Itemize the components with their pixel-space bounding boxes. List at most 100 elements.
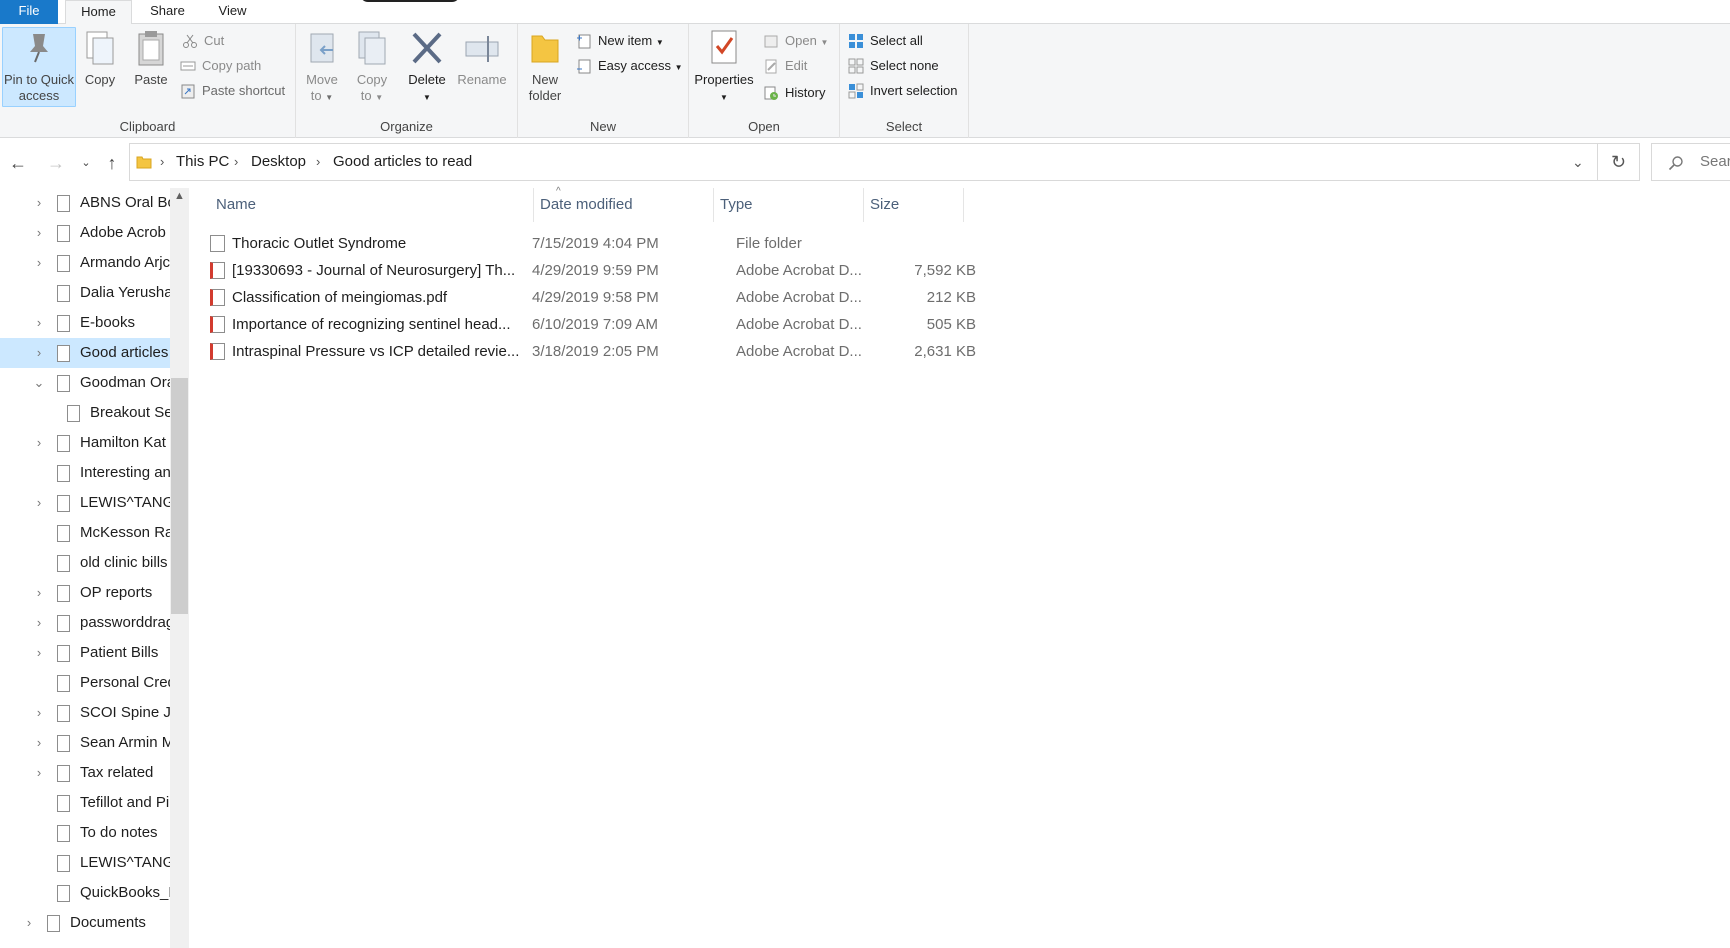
expand-chevron-right-icon[interactable]: › xyxy=(32,608,46,638)
expand-chevron-right-icon[interactable]: › xyxy=(22,908,36,938)
invert-selection-button[interactable]: Invert selection xyxy=(848,80,957,102)
up-arrow-icon[interactable]: ↑ xyxy=(100,151,124,175)
breadcrumb-current-folder[interactable]: Good articles to read xyxy=(333,144,472,180)
expand-chevron-right-icon[interactable]: › xyxy=(32,338,46,368)
tab-share[interactable]: Share xyxy=(140,0,195,24)
paste-shortcut-button[interactable]: Paste shortcut xyxy=(180,80,285,102)
copy-to-button[interactable]: Copy to ▼ xyxy=(354,28,390,106)
nav-item[interactable]: Breakout Se xyxy=(0,398,170,428)
scrollbar-thumb[interactable] xyxy=(171,378,188,614)
select-all-label: Select all xyxy=(870,33,923,48)
copy-path-button[interactable]: Copy path xyxy=(180,55,261,77)
column-header-size[interactable]: Size xyxy=(864,188,964,222)
search-input[interactable]: Sear xyxy=(1651,143,1730,181)
refresh-icon[interactable]: ↻ xyxy=(1598,143,1640,181)
expand-chevron-right-icon[interactable]: › xyxy=(32,578,46,608)
nav-item-label: Sean Armin M xyxy=(80,734,170,751)
back-arrow-icon[interactable]: ← xyxy=(6,151,30,175)
history-button[interactable]: History xyxy=(763,82,825,104)
tab-view[interactable]: View xyxy=(205,0,260,24)
new-folder-button[interactable]: New folder xyxy=(524,28,566,104)
edit-label: Edit xyxy=(785,58,808,73)
folder-icon xyxy=(57,855,70,872)
file-row[interactable]: Importance of recognizing sentinel head.… xyxy=(210,311,976,338)
nav-item[interactable]: › passworddrag xyxy=(0,608,170,638)
folder-icon xyxy=(57,675,70,692)
breadcrumb-desktop[interactable]: Desktop xyxy=(251,144,306,180)
nav-item[interactable]: Tefillot and Pi xyxy=(0,788,170,818)
nav-item[interactable]: QuickBooks_D xyxy=(0,878,170,908)
file-row[interactable]: [19330693 - Journal of Neurosurgery] Th.… xyxy=(210,257,976,284)
properties-button[interactable]: Properties ▼ xyxy=(693,28,755,106)
nav-item[interactable]: › Tax related xyxy=(0,758,170,788)
tab-file[interactable]: File xyxy=(0,0,58,24)
nav-item[interactable]: Interesting an xyxy=(0,458,170,488)
expand-chevron-right-icon[interactable]: › xyxy=(32,488,46,518)
expand-chevron-right-icon[interactable]: › xyxy=(32,308,46,338)
expand-chevron-right-icon[interactable]: › xyxy=(32,218,46,248)
column-header-date-modified[interactable]: Date modified xyxy=(534,188,714,222)
column-header-name[interactable]: Name xyxy=(190,188,534,222)
select-none-button[interactable]: Select none xyxy=(848,55,939,77)
file-size: 505 KB xyxy=(926,316,976,333)
navigation-scrollbar[interactable]: ▲ xyxy=(170,188,189,948)
chevron-down-icon: ▼ xyxy=(423,93,431,102)
pin-to-quick-access-button[interactable]: Pin to Quick access xyxy=(2,27,76,107)
new-item-button[interactable]: New item ▼ xyxy=(576,30,664,52)
scroll-up-arrow-icon[interactable]: ▲ xyxy=(170,188,189,205)
expand-chevron-right-icon[interactable]: › xyxy=(32,728,46,758)
expand-chevron-right-icon[interactable]: › xyxy=(32,638,46,668)
address-history-chevron-icon[interactable]: ⌄ xyxy=(1572,144,1584,180)
nav-item[interactable]: › Good articles xyxy=(0,338,170,368)
paste-button[interactable]: Paste xyxy=(130,28,172,88)
file-row[interactable]: Classification of meingiomas.pdf 4/29/201… xyxy=(210,284,976,311)
nav-item[interactable]: old clinic bills xyxy=(0,548,170,578)
file-row[interactable]: Intraspinal Pressure vs ICP detailed rev… xyxy=(210,338,976,365)
tab-home[interactable]: Home xyxy=(65,0,132,25)
file-row[interactable]: Thoracic Outlet Syndrome 7/15/2019 4:04 P… xyxy=(210,230,970,257)
nav-item[interactable]: Personal Cred xyxy=(0,668,170,698)
nav-item[interactable]: › SCOI Spine Jc xyxy=(0,698,170,728)
file-type: Adobe Acrobat D... xyxy=(736,262,862,279)
recent-locations-chevron-icon[interactable]: ⌄ xyxy=(74,151,98,175)
move-to-button[interactable]: Move to ▼ xyxy=(304,28,340,106)
nav-item[interactable]: › Armando Arjc xyxy=(0,248,170,278)
file-type: Adobe Acrobat D... xyxy=(736,316,862,333)
address-box[interactable]: › This PC › Desktop › Good articles to r… xyxy=(129,143,1598,181)
nav-item[interactable]: LEWIS^TANG xyxy=(0,848,170,878)
nav-item[interactable]: › Documents xyxy=(0,908,170,938)
nav-item[interactable]: › OP reports xyxy=(0,578,170,608)
rename-button[interactable]: Rename xyxy=(456,28,508,88)
scissors-icon xyxy=(183,34,197,48)
cut-button[interactable]: Cut xyxy=(182,30,224,52)
easy-access-button[interactable]: Easy access ▼ xyxy=(576,55,683,77)
column-header-type[interactable]: Type xyxy=(714,188,864,222)
nav-item[interactable]: Dalia Yerusha xyxy=(0,278,170,308)
nav-item[interactable]: › Adobe Acrob xyxy=(0,218,170,248)
nav-item[interactable]: To do notes xyxy=(0,818,170,848)
expand-chevron-right-icon[interactable]: › xyxy=(32,428,46,458)
nav-item[interactable]: › Hamilton Kat xyxy=(0,428,170,458)
breadcrumb-this-pc[interactable]: This PC xyxy=(176,144,229,180)
nav-item[interactable]: › Patient Bills xyxy=(0,638,170,668)
edit-button[interactable]: Edit xyxy=(763,55,807,77)
nav-item[interactable]: › Sean Armin M xyxy=(0,728,170,758)
expand-chevron-right-icon[interactable]: › xyxy=(32,758,46,788)
copy-button[interactable]: Copy xyxy=(80,28,120,88)
expand-chevron-right-icon[interactable]: › xyxy=(32,188,46,218)
select-all-button[interactable]: Select all xyxy=(848,30,923,52)
nav-item[interactable]: › LEWIS^TANG xyxy=(0,488,170,518)
nav-item[interactable]: › E-books xyxy=(0,308,170,338)
forward-arrow-icon[interactable]: → xyxy=(44,151,68,175)
open-button[interactable]: Open ▼ xyxy=(763,30,828,52)
expand-chevron-right-icon[interactable]: › xyxy=(32,248,46,278)
expand-chevron-right-icon[interactable]: › xyxy=(32,698,46,728)
expand-chevron-down-icon[interactable]: ⌄ xyxy=(32,368,46,398)
nav-item[interactable]: ⌄ Goodman Ora xyxy=(0,368,170,398)
nav-item[interactable]: McKesson Ra xyxy=(0,518,170,548)
breadcrumb-separator-icon: › xyxy=(234,154,239,169)
delete-button[interactable]: Delete ▼ xyxy=(406,28,448,106)
nav-item[interactable]: › ABNS Oral Bc xyxy=(0,188,170,218)
nav-item-label: Adobe Acrob xyxy=(80,224,166,241)
ribbon-tab-bar: File Home Share View xyxy=(0,0,1730,25)
